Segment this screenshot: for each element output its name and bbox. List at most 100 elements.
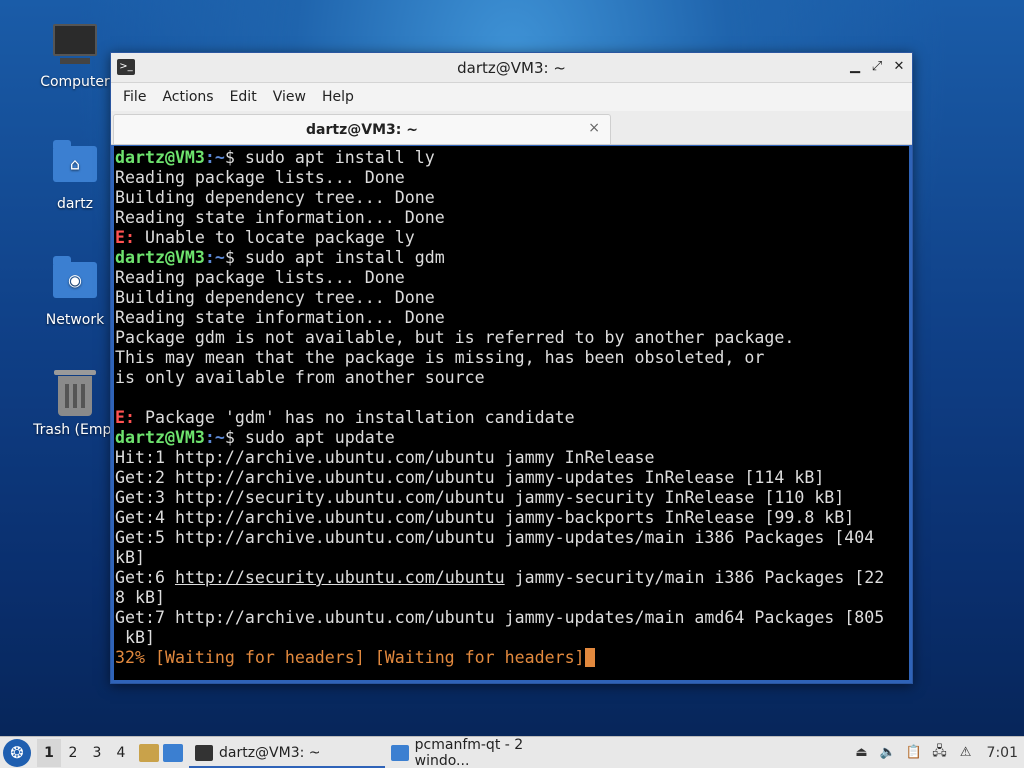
prompt-path: :~ [204,248,225,267]
terminal-line: Reading package lists... Done [115,168,909,188]
network-status-icon[interactable]: 🖧 [931,744,949,762]
error-text: Unable to locate package ly [134,228,415,247]
output-text: Reading state information... Done [115,308,445,327]
command-text: $ sudo apt update [224,428,395,447]
notification-icon[interactable]: ⚠ [957,744,975,762]
folder-task-icon [391,744,409,761]
output-text: kB] [115,628,155,647]
prompt-user: dartz@VM3 [115,148,205,167]
system-tray: ⏏ 🔈 📋 🖧 ⚠ 7:01 [853,744,1024,762]
progress-text: 32% [Waiting for headers] [Waiting for h… [115,648,585,667]
close-icon[interactable]: ✕ [892,59,906,75]
tab-bar: dartz@VM3: ~ × [111,111,912,145]
output-text: Get:6 [115,568,175,587]
terminal-line: Get:2 http://archive.ubuntu.com/ubuntu j… [115,468,909,488]
terminal-output[interactable]: dartz@VM3:~$ sudo apt install ly Reading … [114,146,909,680]
output-text: 8 kB] [115,588,165,607]
terminal-line: kB] [115,548,909,568]
workspace-3[interactable]: 3 [85,745,109,761]
menu-file[interactable]: File [115,89,154,105]
output-text: This may mean that the package is missin… [115,348,765,367]
prompt-user: dartz@VM3 [115,428,205,447]
terminal-line: E: Unable to locate package ly [115,228,909,248]
workspace-4[interactable]: 4 [109,745,133,761]
home-folder-icon: ⌂ [53,140,97,190]
computer-icon [53,24,97,68]
tab-close-icon[interactable]: × [588,120,600,136]
terminal-line: kB] [115,628,909,648]
terminal-line: Building dependency tree... Done [115,288,909,308]
command-text: $ sudo apt install gdm [224,248,445,267]
terminal-line: dartz@VM3:~$ sudo apt install ly [115,148,909,168]
desktop-icon-label: Computer [40,74,110,90]
terminal-line: Get:6 http://security.ubuntu.com/ubuntu … [115,568,909,588]
tab-terminal[interactable]: dartz@VM3: ~ × [113,114,611,144]
taskbar: ❂ 1 2 3 4 dartz@VM3: ~ pcmanfm-qt - 2 wi… [0,736,1024,768]
terminal-line: Reading package lists... Done [115,268,909,288]
workspace-2[interactable]: 2 [61,745,85,761]
terminal-line: E: Package 'gdm' has no installation can… [115,408,909,428]
terminal-line: 8 kB] [115,588,909,608]
terminal-link[interactable]: http://security.ubuntu.com/ubuntu [175,568,505,587]
terminal-line: Package gdm is not available, but is ref… [115,328,909,348]
output-text: Get:2 http://archive.ubuntu.com/ubuntu j… [115,468,825,487]
clock[interactable]: 7:01 [987,744,1018,762]
file-manager-launcher-icon[interactable] [139,743,159,762]
workspace-1[interactable]: 1 [37,738,61,767]
tab-label: dartz@VM3: ~ [306,121,418,138]
eject-icon[interactable]: ⏏ [853,744,871,762]
prompt-user: dartz@VM3 [115,248,205,267]
terminal-cursor [584,648,595,667]
output-text: Reading package lists... Done [115,268,405,287]
minimize-icon[interactable]: ▁ [848,59,862,75]
volume-icon[interactable]: 🔈 [879,744,897,762]
output-text: Hit:1 http://archive.ubuntu.com/ubuntu j… [115,448,655,467]
prompt-path: :~ [204,148,225,167]
network-folder-icon: ◉ [53,256,97,306]
terminal-line: Building dependency tree... Done [115,188,909,208]
clipboard-icon[interactable]: 📋 [905,744,923,762]
error-text: Package 'gdm' has no installation candid… [134,408,575,427]
terminal-line: is only available from another source [115,368,909,388]
window-titlebar[interactable]: >_ dartz@VM3: ~ ▁ ⤢ ✕ [111,53,912,83]
output-text: Reading state information... Done [115,208,445,227]
desktop-icon-computer[interactable]: Computer [27,24,123,90]
show-desktop-icon[interactable] [163,743,183,762]
error-tag: E: [115,228,135,247]
command-text: $ sudo apt install ly [224,148,435,167]
desktop-icon-network[interactable]: ◉ Network [27,256,123,328]
task-label: dartz@VM3: ~ [219,744,321,761]
prompt-path: :~ [204,428,225,447]
terminal-line: Get:4 http://archive.ubuntu.com/ubuntu j… [115,508,909,528]
terminal-app-icon[interactable]: >_ [117,59,135,75]
output-text: Get:4 http://archive.ubuntu.com/ubuntu j… [115,508,855,527]
error-tag: E: [115,408,135,427]
output-text: kB] [115,548,145,567]
terminal-window: >_ dartz@VM3: ~ ▁ ⤢ ✕ File Actions Edit … [110,52,913,684]
output-text: Get:7 http://archive.ubuntu.com/ubuntu j… [115,608,885,627]
output-text: Building dependency tree... Done [115,188,435,207]
menu-actions[interactable]: Actions [154,89,221,105]
output-text: Reading package lists... Done [115,168,405,187]
task-terminal[interactable]: dartz@VM3: ~ [189,738,385,768]
terminal-line: dartz@VM3:~$ sudo apt install gdm [115,248,909,268]
terminal-line: Reading state information... Done [115,208,909,228]
maximize-icon[interactable]: ⤢ [870,59,884,75]
desktop-icon-label: Network [45,312,105,328]
terminal-task-icon [195,744,213,761]
output-text: Get:3 http://security.ubuntu.com/ubuntu … [115,488,845,507]
task-file-manager[interactable]: pcmanfm-qt - 2 windo... [385,736,585,768]
terminal-line: Get:7 http://archive.ubuntu.com/ubuntu j… [115,608,909,628]
terminal-line: Get:5 http://archive.ubuntu.com/ubuntu j… [115,528,909,548]
task-label: pcmanfm-qt - 2 windo... [414,736,524,768]
menu-edit[interactable]: Edit [222,89,265,105]
menu-view[interactable]: View [265,89,314,105]
terminal-line: Reading state information... Done [115,308,909,328]
desktop-icon-home[interactable]: ⌂ dartz [27,140,123,212]
start-menu-icon[interactable]: ❂ [3,738,31,767]
terminal-line: This may mean that the package is missin… [115,348,909,368]
trash-icon [53,370,97,416]
output-text: Package gdm is not available, but is ref… [115,328,795,347]
terminal-line: 32% [Waiting for headers] [Waiting for h… [115,648,909,668]
menu-help[interactable]: Help [314,89,362,105]
